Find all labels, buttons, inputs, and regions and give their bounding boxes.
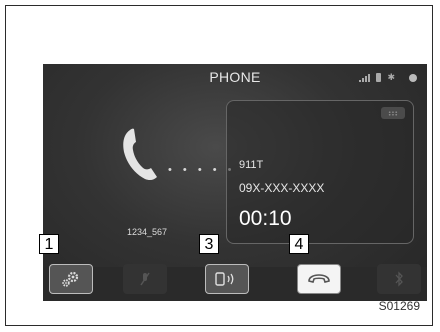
settings-button[interactable] (49, 264, 93, 294)
phone-handset-icon (123, 128, 157, 181)
end-call-icon (308, 274, 330, 283)
device-name: 1234_567 (127, 227, 168, 237)
keypad-button[interactable] (381, 107, 405, 119)
phone-number: 09X-XXX-XXXX (239, 181, 325, 195)
callout-1: 1 (39, 234, 59, 254)
bluetooth-icon (395, 271, 403, 287)
call-timer: 00:10 (239, 207, 292, 230)
figure-frame: PHONE ✱ • • • • • 1234_567 911T 09X-XXX-… (5, 5, 433, 326)
phone-speaker-icon (215, 272, 234, 286)
mute-button[interactable] (123, 264, 167, 294)
figure-code: S01269 (378, 299, 420, 313)
contact-name: 911T (239, 159, 264, 171)
keypad-icon (388, 110, 398, 116)
battery-icon (376, 73, 382, 82)
signal-strength-icon (359, 73, 371, 82)
handsfree-button[interactable] (205, 264, 249, 294)
callout-3: 3 (199, 234, 219, 254)
connection-indicator-icon (409, 73, 417, 82)
bluetooth-button[interactable] (377, 264, 421, 294)
bluetooth-status-icon: ✱ (387, 72, 395, 82)
phone-screen: PHONE ✱ • • • • • 1234_567 911T 09X-XXX-… (43, 64, 427, 301)
callout-4: 4 (289, 234, 309, 254)
end-call-button[interactable] (297, 264, 341, 294)
status-bar: ✱ (359, 73, 417, 82)
mute-icon (140, 272, 150, 286)
gear-icon (62, 271, 79, 287)
call-info-panel: 911T 09X-XXX-XXXX 00:10 (226, 100, 414, 244)
